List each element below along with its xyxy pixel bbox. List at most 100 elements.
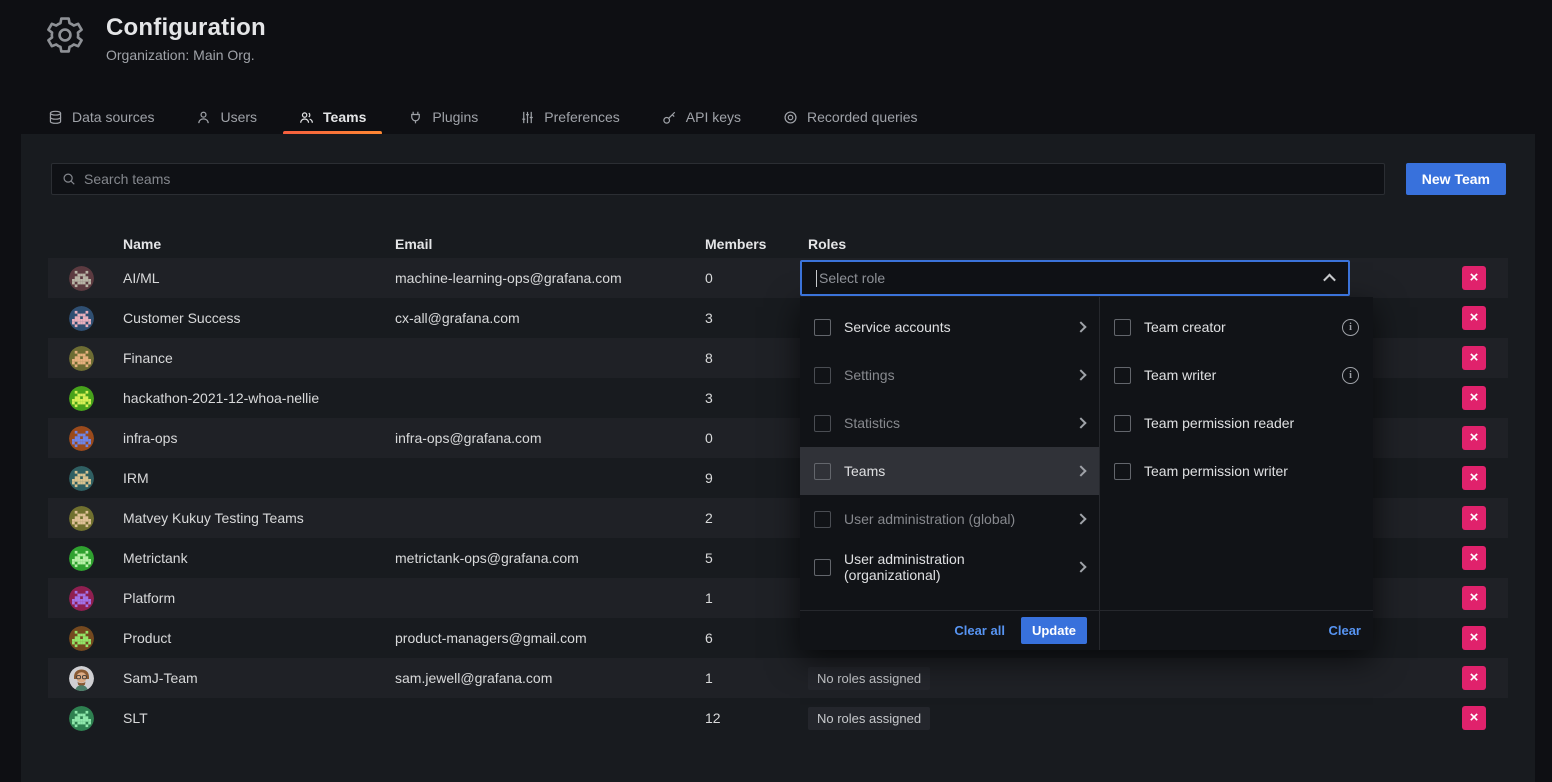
role-option-team-permission-writer[interactable]: Team permission writer [1100,447,1373,495]
checkbox[interactable] [814,367,831,384]
search-placeholder: Search teams [84,171,170,187]
team-name-link[interactable]: Finance [123,350,395,366]
no-roles-badge: No roles assigned [808,667,930,690]
select-role-placeholder: Select role [819,270,885,286]
delete-team-button[interactable]: × [1462,346,1486,370]
role-option-team-permission-reader[interactable]: Team permission reader [1100,399,1373,447]
search-icon [62,172,76,186]
delete-team-button[interactable]: × [1462,666,1486,690]
chevron-up-icon[interactable] [1323,273,1336,286]
tab-data-sources[interactable]: Data sources [48,100,154,134]
page-header: Configuration Organization: Main Org. [44,14,266,63]
chevron-right-icon [1075,321,1086,332]
tab-label: Teams [323,109,366,125]
role-group-settings[interactable]: Settings [800,351,1099,399]
team-members-count: 3 [705,310,800,326]
team-avatar-photo [69,666,94,691]
delete-team-button[interactable]: × [1462,586,1486,610]
checkbox[interactable] [1114,367,1131,384]
checkbox[interactable] [1114,319,1131,336]
page-title: Configuration [106,14,266,42]
team-name-link[interactable]: SamJ-Team [123,670,395,686]
checkbox[interactable] [814,319,831,336]
chevron-right-icon [1075,561,1086,572]
update-button[interactable]: Update [1021,617,1087,644]
tab-preferences[interactable]: Preferences [520,100,619,134]
new-team-button[interactable]: New Team [1406,163,1506,195]
team-members-count: 9 [705,470,800,486]
checkbox[interactable] [814,559,831,576]
tab-label: Users [220,109,257,125]
team-name-link[interactable]: AI/ML [123,270,395,286]
info-icon[interactable]: i [1342,367,1359,384]
role-group-teams[interactable]: Teams [800,447,1099,495]
clear-button[interactable]: Clear [1328,623,1361,638]
team-members-count: 1 [705,590,800,606]
delete-team-button[interactable]: × [1462,706,1486,730]
config-tabs: Data sources Users Teams Plugins Preferences… [48,100,918,134]
team-name-link[interactable]: Product [123,630,395,646]
team-avatar [69,266,94,291]
team-name-link[interactable]: hackathon-2021-12-whoa-nellie [123,390,395,406]
team-name-link[interactable]: Metrictank [123,550,395,566]
tab-api-keys[interactable]: API keys [662,100,741,134]
team-avatar [69,426,94,451]
tab-users[interactable]: Users [196,100,257,134]
team-name-link[interactable]: infra-ops [123,430,395,446]
team-members-count: 6 [705,630,800,646]
role-option-label: Team writer [1144,367,1216,383]
role-group-label: User administration (global) [844,511,1015,527]
role-group-user-administration-organizational-[interactable]: User administration (organizational) [800,543,1099,591]
team-members-count: 0 [705,430,800,446]
delete-team-button[interactable]: × [1462,426,1486,450]
team-members-count: 2 [705,510,800,526]
column-header-name: Name [123,236,395,252]
delete-team-button[interactable]: × [1462,506,1486,530]
checkbox[interactable] [1114,415,1131,432]
gear-icon [44,14,86,56]
user-icon [196,110,211,125]
role-group-label: User administration (organizational) [844,551,1064,583]
team-avatar [69,546,94,571]
role-option-team-writer[interactable]: Team writer i [1100,351,1373,399]
delete-team-button[interactable]: × [1462,626,1486,650]
delete-team-button[interactable]: × [1462,266,1486,290]
role-option-team-creator[interactable]: Team creatori [1100,303,1373,351]
role-group-statistics[interactable]: Statistics [800,399,1099,447]
delete-team-button[interactable]: × [1462,546,1486,570]
tab-label: API keys [686,109,741,125]
tab-teams[interactable]: Teams [299,100,366,134]
checkbox[interactable] [814,511,831,528]
plug-icon [408,110,423,125]
role-group-label: Statistics [844,415,900,431]
checkbox[interactable] [1114,463,1131,480]
info-icon[interactable]: i [1342,319,1359,336]
team-email: sam.jewell@grafana.com [395,670,705,686]
role-group-label: Service accounts [844,319,951,335]
team-roles-cell: No roles assigned [800,707,1462,730]
chevron-right-icon [1075,513,1086,524]
role-group-service-accounts[interactable]: Service accounts [800,303,1099,351]
database-icon [48,110,63,125]
delete-team-button[interactable]: × [1462,466,1486,490]
role-sub-list: Team creatori Team writer i Team permission… [1100,297,1373,650]
team-name-link[interactable]: Platform [123,590,395,606]
delete-team-button[interactable]: × [1462,386,1486,410]
tab-recorded-queries[interactable]: Recorded queries [783,100,918,134]
team-name-link[interactable]: Customer Success [123,310,395,326]
team-avatar [69,386,94,411]
role-group-user-administration-global-[interactable]: User administration (global) [800,495,1099,543]
team-name-link[interactable]: IRM [123,470,395,486]
team-name-link[interactable]: Matvey Kukuy Testing Teams [123,510,395,526]
search-teams-input[interactable]: Search teams [51,163,1385,195]
tab-plugins[interactable]: Plugins [408,100,478,134]
delete-team-button[interactable]: × [1462,306,1486,330]
checkbox[interactable] [814,463,831,480]
no-roles-badge: No roles assigned [808,707,930,730]
select-role-input[interactable]: Select role [800,260,1350,296]
clear-all-button[interactable]: Clear all [954,623,1005,638]
team-name-link[interactable]: SLT [123,710,395,726]
checkbox[interactable] [814,415,831,432]
role-picker-menu: Service accounts Settings Statistics Teams U… [800,297,1373,650]
team-members-count: 5 [705,550,800,566]
